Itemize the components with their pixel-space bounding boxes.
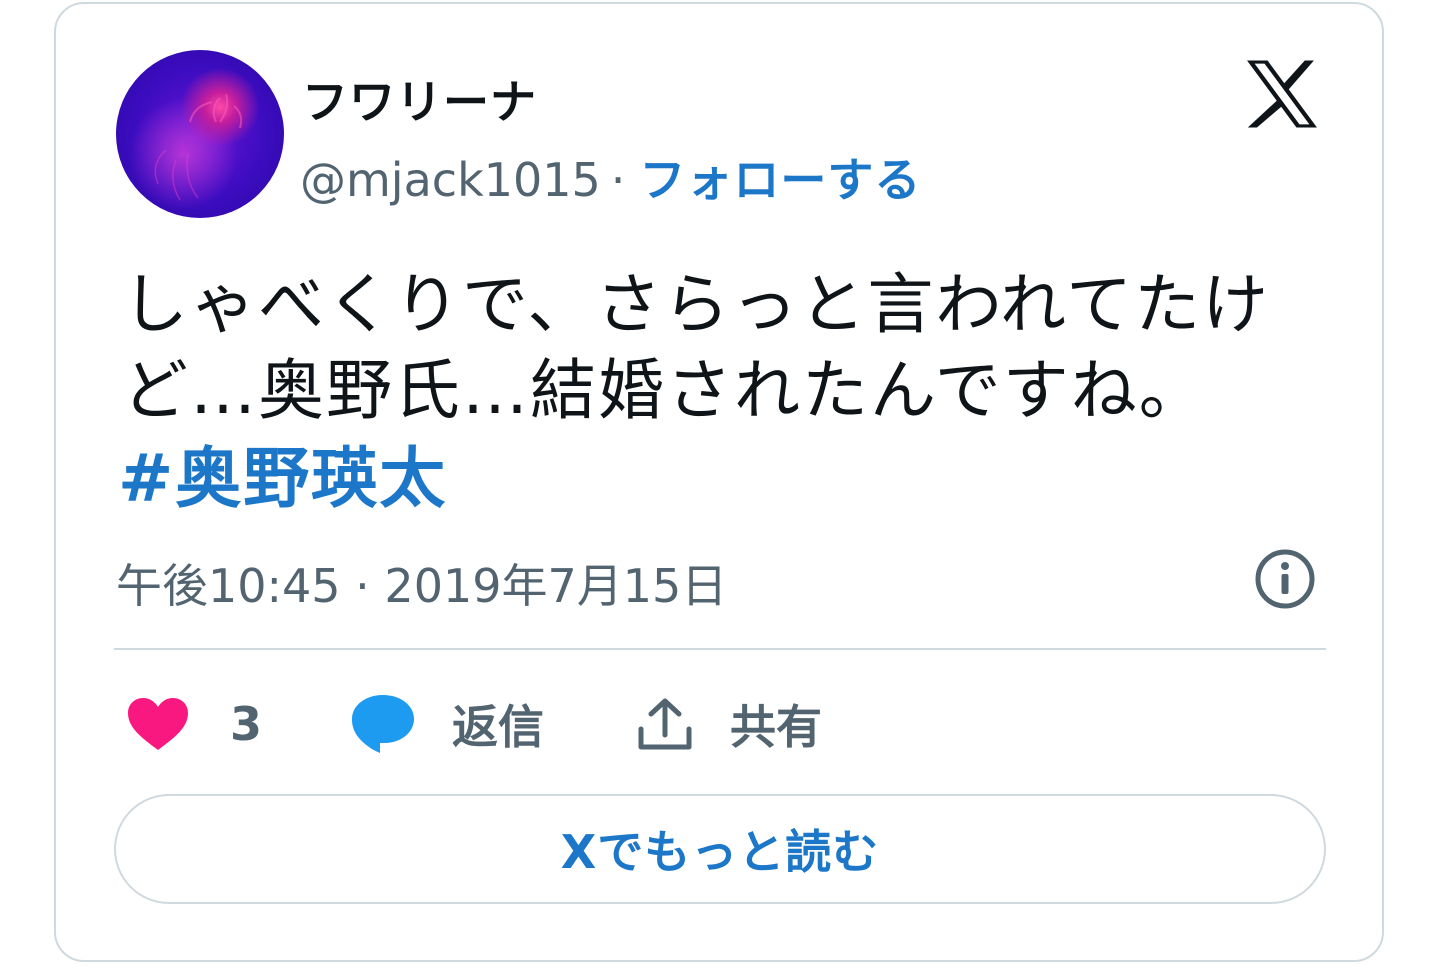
- read-more-on-x-button[interactable]: Xでもっと読む: [114, 794, 1326, 904]
- follow-link[interactable]: フォローする: [639, 153, 921, 207]
- share-icon: [638, 698, 692, 750]
- reply-label: 返信: [452, 700, 544, 754]
- hashtag-link[interactable]: #奥野瑛太: [118, 436, 447, 522]
- share-button[interactable]: 共有: [636, 692, 822, 756]
- tweet-text-line: しゃべくりで、さらっと言われてたけ: [122, 266, 1271, 343]
- tweet-text: しゃべくりで、さらっと言われてたけ ど…奥野氏…結婚されたんですね。: [122, 262, 1342, 434]
- display-name[interactable]: フワリーナ: [302, 66, 537, 132]
- separator-dot: ·: [610, 153, 626, 207]
- divider: [114, 648, 1326, 650]
- x-logo-icon[interactable]: [1244, 56, 1320, 132]
- tweet-timestamp[interactable]: 午後10:45 · 2019年7月15日: [116, 550, 727, 616]
- like-count: 3: [230, 697, 263, 751]
- tweet-text-line: ど…奥野氏…結婚されたんですね。: [122, 352, 1207, 429]
- tweet-embed-card: フワリーナ @mjack1015 · フォローする しゃべくりで、さらっと言われてた…: [54, 2, 1384, 962]
- heart-icon: [128, 698, 188, 750]
- reply-button[interactable]: 返信: [350, 692, 544, 756]
- speech-bubble-icon: [352, 695, 414, 753]
- like-button[interactable]: 3: [126, 692, 262, 756]
- avatar[interactable]: [116, 50, 284, 218]
- handle-row: @mjack1015 · フォローする: [300, 144, 921, 210]
- share-label: 共有: [730, 700, 822, 754]
- jellyfish-avatar-image: [154, 93, 243, 201]
- info-icon[interactable]: [1254, 548, 1316, 610]
- user-handle[interactable]: @mjack1015: [300, 153, 601, 207]
